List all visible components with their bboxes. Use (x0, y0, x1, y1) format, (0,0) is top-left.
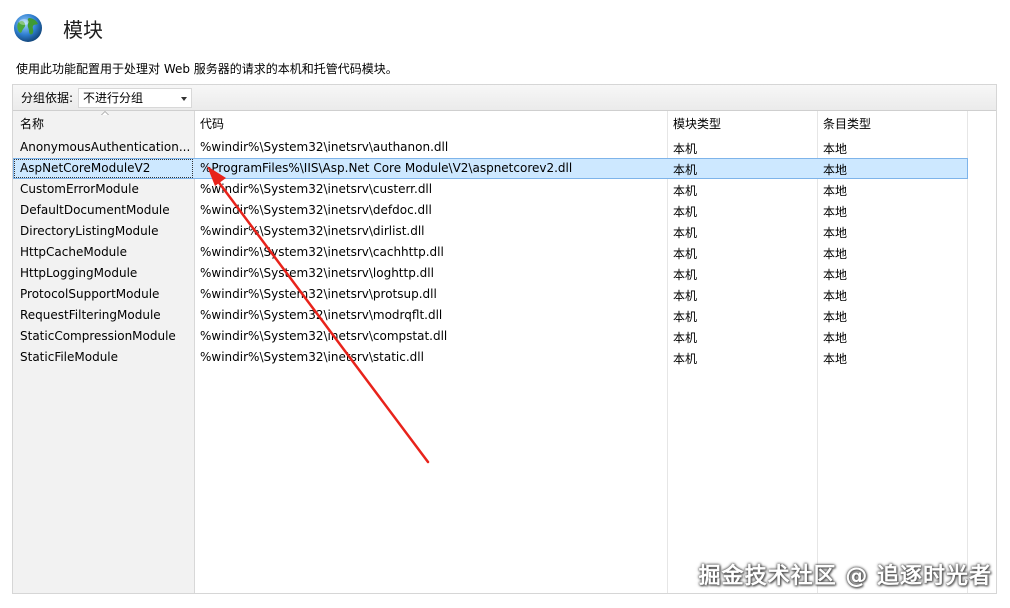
module-name-cell: StaticCompressionModule (20, 329, 176, 343)
module-code-cell: %windir%\System32\inetsrv\loghttp.dll (200, 266, 434, 280)
module-name-cell: StaticFileModule (20, 350, 119, 364)
globe-icon (12, 12, 44, 44)
module-code-cell: %windir%\System32\inetsrv\cachhttp.dll (200, 245, 444, 259)
entry-type-cell: 本地 (823, 289, 848, 303)
table-row[interactable]: HttpLoggingModule %windir%\System32\inets… (13, 263, 968, 284)
table-row[interactable]: DirectoryListingModule %windir%\System32\… (13, 221, 968, 242)
module-code-cell: %windir%\System32\inetsrv\custerr.dll (200, 182, 433, 196)
entry-type-cell: 本地 (823, 352, 848, 366)
module-type-cell: 本机 (673, 289, 698, 303)
module-code-cell: %windir%\System32\inetsrv\modrqflt.dll (200, 308, 443, 322)
column-header-entry-type[interactable]: 条目类型 (823, 115, 871, 132)
page-title: 模块 (63, 17, 103, 42)
entry-type-cell: 本地 (823, 226, 848, 240)
module-type-cell: 本机 (673, 268, 698, 282)
table-body: AnonymousAuthentication... %windir%\Syste… (13, 137, 968, 368)
table-row[interactable]: RequestFilteringModule %windir%\System32\… (13, 305, 968, 326)
page-description: 使用此功能配置用于处理对 Web 服务器的请求的本机和托管代码模块。 (16, 62, 398, 76)
chevron-down-icon (181, 96, 188, 101)
sort-ascending-icon (101, 111, 109, 115)
table-row[interactable]: CustomErrorModule %windir%\System32\inets… (13, 179, 968, 200)
page-header: 模块 (12, 10, 103, 46)
entry-type-cell: 本地 (823, 163, 848, 177)
module-name-cell: DefaultDocumentModule (20, 203, 170, 217)
table-row[interactable]: StaticCompressionModule %windir%\System32… (13, 326, 968, 347)
entry-type-cell: 本地 (823, 310, 848, 324)
module-code-cell: %windir%\System32\inetsrv\compstat.dll (200, 329, 448, 343)
module-type-cell: 本机 (673, 247, 698, 261)
module-name-cell: DirectoryListingModule (20, 224, 159, 238)
module-type-cell: 本机 (673, 331, 698, 345)
group-by-select[interactable]: 不进行分组 (78, 87, 193, 108)
table-row[interactable]: AspNetCoreModuleV2 %ProgramFiles%\IIS\Asp… (13, 158, 968, 179)
table-row[interactable]: HttpCacheModule %windir%\System32\inetsrv… (13, 242, 968, 263)
column-header-name[interactable]: 名称 (20, 115, 44, 132)
modules-panel: 分组依据: 不进行分组 名称 代码 模块类型 条目类型 AnonymousAut… (12, 84, 997, 594)
entry-type-cell: 本地 (823, 331, 848, 345)
module-name-cell: RequestFilteringModule (20, 308, 161, 322)
modules-table: 名称 代码 模块类型 条目类型 AnonymousAuthentication.… (13, 111, 996, 593)
module-code-cell: %windir%\System32\inetsrv\protsup.dll (200, 287, 437, 301)
entry-type-cell: 本地 (823, 247, 848, 261)
module-code-cell: %windir%\System32\inetsrv\authanon.dll (200, 140, 449, 154)
module-code-cell: %windir%\System32\inetsrv\dirlist.dll (200, 224, 425, 238)
module-type-cell: 本机 (673, 184, 698, 198)
table-row[interactable]: StaticFileModule %windir%\System32\inetsr… (13, 347, 968, 368)
entry-type-cell: 本地 (823, 142, 848, 156)
table-row[interactable]: AnonymousAuthentication... %windir%\Syste… (13, 137, 968, 158)
group-by-value: 不进行分组 (83, 91, 144, 105)
group-by-label: 分组依据: (21, 91, 74, 105)
module-name-cell: AnonymousAuthentication... (20, 140, 191, 154)
module-type-cell: 本机 (673, 352, 698, 366)
module-type-cell: 本机 (673, 310, 698, 324)
group-toolbar: 分组依据: 不进行分组 (13, 85, 996, 111)
module-code-cell: %ProgramFiles%\IIS\Asp.Net Core Module\V… (200, 161, 573, 175)
module-name-cell: HttpCacheModule (20, 245, 128, 259)
module-code-cell: %windir%\System32\inetsrv\defdoc.dll (200, 203, 432, 217)
module-type-cell: 本机 (673, 142, 698, 156)
entry-type-cell: 本地 (823, 184, 848, 198)
module-type-cell: 本机 (673, 205, 698, 219)
module-code-cell: %windir%\System32\inetsrv\static.dll (200, 350, 424, 364)
module-name-cell: HttpLoggingModule (20, 266, 138, 280)
module-name-cell: CustomErrorModule (20, 182, 139, 196)
table-row[interactable]: ProtocolSupportModule %windir%\System32\i… (13, 284, 968, 305)
watermark: 掘金技术社区 @ 追逐时光者 (698, 564, 992, 589)
module-name-cell: AspNetCoreModuleV2 (13, 158, 194, 179)
module-type-cell: 本机 (673, 226, 698, 240)
column-header-module-type[interactable]: 模块类型 (673, 115, 721, 132)
table-row[interactable]: DefaultDocumentModule %windir%\System32\i… (13, 200, 968, 221)
module-name-cell: ProtocolSupportModule (20, 287, 160, 301)
column-header-code[interactable]: 代码 (200, 115, 224, 132)
entry-type-cell: 本地 (823, 268, 848, 282)
entry-type-cell: 本地 (823, 205, 848, 219)
module-type-cell: 本机 (673, 163, 698, 177)
table-header: 名称 代码 模块类型 条目类型 (13, 111, 968, 137)
